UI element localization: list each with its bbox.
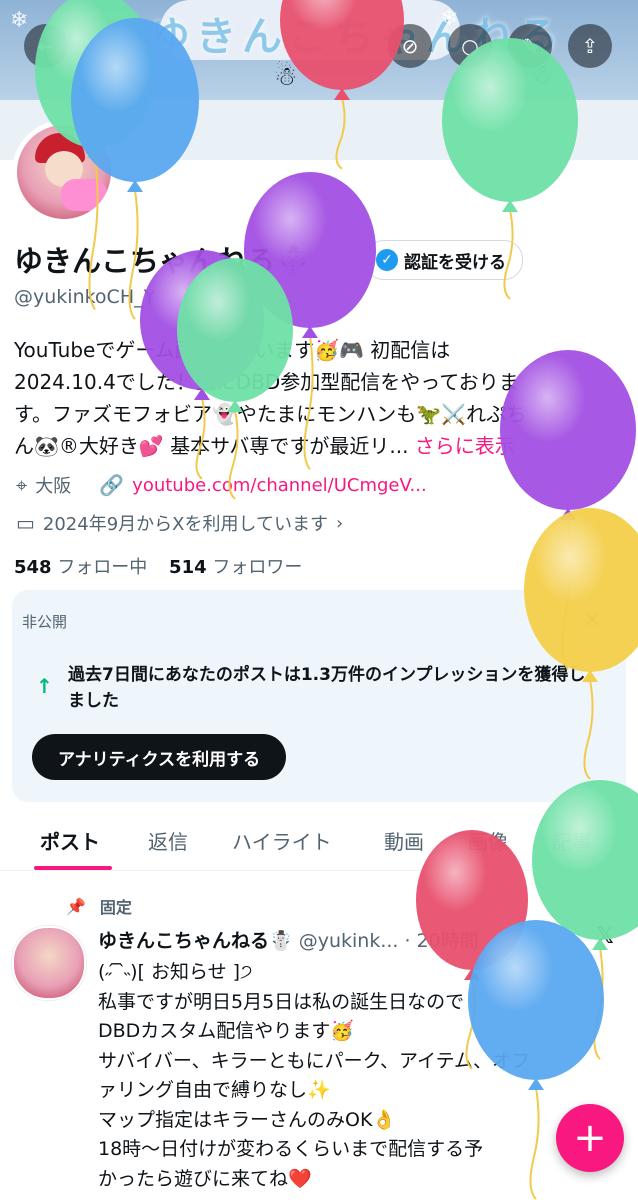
following-label: フォロー中 — [57, 557, 148, 578]
post-line: 私事ですが明日5月5日は私の誕生日なので — [98, 990, 465, 1013]
calendar-icon: ▭ — [16, 511, 35, 535]
tab-videos[interactable]: 動画 — [384, 826, 424, 855]
edit-glyph: ✎ — [521, 34, 539, 58]
profile-url-link[interactable]: youtube.com/channel/UCmgeV... — [132, 475, 427, 496]
followers-link[interactable]: 514 フォロワー — [169, 557, 302, 578]
post-body[interactable]: (˶ ᷇ ᷆˵)[ お知らせ ]੭ 私事ですが明日5月5日は私の誕生日なので D… — [98, 958, 618, 1194]
get-verified-button[interactable]: ✓ 認証を受ける — [365, 240, 523, 280]
balloon-knot — [502, 200, 518, 212]
joined-row[interactable]: ▭ 2024年9月からXを利用しています › — [16, 510, 343, 536]
compose-post-button[interactable]: + — [556, 1104, 624, 1172]
chevron-right-icon: › — [335, 512, 344, 534]
x-logo-icon: 𝕏 — [596, 924, 614, 949]
location-text: 大阪 — [35, 476, 72, 497]
pinned-label: 固定 — [99, 898, 132, 917]
arrow-up-icon: ↑ — [36, 674, 53, 698]
impressions-text: 過去7日間にあなたのポストは1.3万件のインプレッションを獲得しました — [68, 665, 586, 711]
tab-posts[interactable]: ポスト — [40, 826, 100, 855]
balloon-knot — [127, 180, 143, 192]
following-link[interactable]: 548 フォロー中 — [14, 557, 147, 578]
get-verified-label: 認証を受ける — [404, 252, 506, 273]
link-icon: 🔗 — [99, 473, 125, 497]
slash-circle-icon[interactable]: ⊘ — [388, 24, 432, 68]
private-label: 非公開 — [22, 613, 68, 631]
post-line: かったら遊びに来てね❤️ — [98, 1167, 312, 1190]
tab-images[interactable]: 画像 — [468, 826, 508, 855]
pen-icon[interactable]: ✎ — [508, 24, 552, 68]
mute-glyph: ⊘ — [401, 34, 419, 58]
post-avatar[interactable] — [12, 926, 86, 1000]
avatar-image — [17, 125, 111, 219]
post-line: DBDカスタム配信やります🥳 — [98, 1020, 354, 1042]
show-more-link[interactable]: さらに表示 — [415, 434, 515, 458]
profile-name: ゆきんこちゃんねる☃️ — [14, 244, 312, 278]
tab-articles[interactable]: 記事 — [552, 826, 592, 855]
post-author[interactable]: ゆきんこちゃんねる☃️ — [98, 930, 293, 952]
pin-icon: 📌 — [66, 896, 86, 916]
search-glyph: ○ — [461, 34, 479, 58]
post-line: (˶ ᷇ ᷆˵)[ お知らせ ]੭ — [98, 961, 253, 983]
verified-badge-icon: ✓ — [376, 249, 398, 271]
bio-line: 2024.10.4でした！主にDBD参加型配信をやっておりま — [14, 370, 519, 394]
post-line: サバイバー、キラーともにパーク、アイテム、オフ — [98, 1049, 531, 1072]
tab-replies[interactable]: 返信 — [148, 826, 188, 855]
profile-meta-row: ⌖ 大阪 🔗 youtube.com/channel/UCmgeV... — [16, 472, 427, 498]
post-header: ゆきんこちゃんねる☃️ @yukink... · 20時間 — [98, 926, 479, 953]
close-icon[interactable]: ✕ — [582, 606, 602, 634]
snowflake-icon: ❄ — [440, 6, 459, 31]
following-count: 548 — [14, 557, 52, 578]
pinned-indicator: 📌 固定 — [66, 894, 132, 918]
post-handle-time: @yukink... · 20時間 — [298, 930, 479, 952]
active-tab-indicator — [34, 866, 112, 870]
snowflake-icon: ❄ — [10, 8, 29, 33]
banner-title: ゆきんこちゃんねる — [150, 14, 564, 60]
bio-line-last: ん🐼®大好き💕 基本サバ専ですが最近リ... さらに表示 — [14, 430, 614, 462]
post-line: 18時〜日付けが変わるくらいまで配信する予 — [98, 1138, 484, 1160]
tab-highlights[interactable]: ハイライト — [232, 826, 332, 855]
follow-stats: 548 フォロー中 514 フォロワー — [14, 553, 302, 579]
balloon-knot — [560, 508, 576, 520]
profile-handle: @yukinkoCH_Y — [14, 286, 156, 308]
bio-line: ん🐼®大好き💕 基本サバ専ですが最近リ... — [14, 434, 409, 458]
bio-line: す。ファズモフォビア👻やたまにモンハンも🦖⚔️れぷち — [14, 402, 527, 426]
bio-line: YouTubeでゲーム配信しています🥳🎮 初配信は — [14, 338, 451, 362]
profile-bio: YouTubeでゲーム配信しています🥳🎮 初配信は 2024.10.4でした！主… — [14, 334, 614, 462]
profile-avatar[interactable] — [12, 120, 116, 224]
back-arrow-icon[interactable]: ← — [24, 24, 68, 68]
followers-count: 514 — [169, 557, 207, 578]
location-pin-icon: ⌖ — [16, 473, 28, 497]
followers-label: フォロワー — [212, 557, 303, 578]
search-icon[interactable]: ○ — [448, 24, 492, 68]
post-line: マップ指定はキラーさんのみOK👌 — [98, 1108, 397, 1131]
share-glyph: ⇪ — [581, 34, 599, 58]
snowman-icon: ☃ — [274, 62, 298, 92]
post-line: ァリング自由で縛りなし✨ — [98, 1079, 331, 1101]
use-analytics-button[interactable]: アナリティクスを利用する — [32, 734, 287, 780]
back-glyph: ← — [37, 34, 55, 58]
share-icon[interactable]: ⇪ — [568, 24, 612, 68]
avatar-heart-cushion — [61, 179, 107, 211]
joined-text: 2024年9月からXを利用しています — [42, 514, 328, 535]
